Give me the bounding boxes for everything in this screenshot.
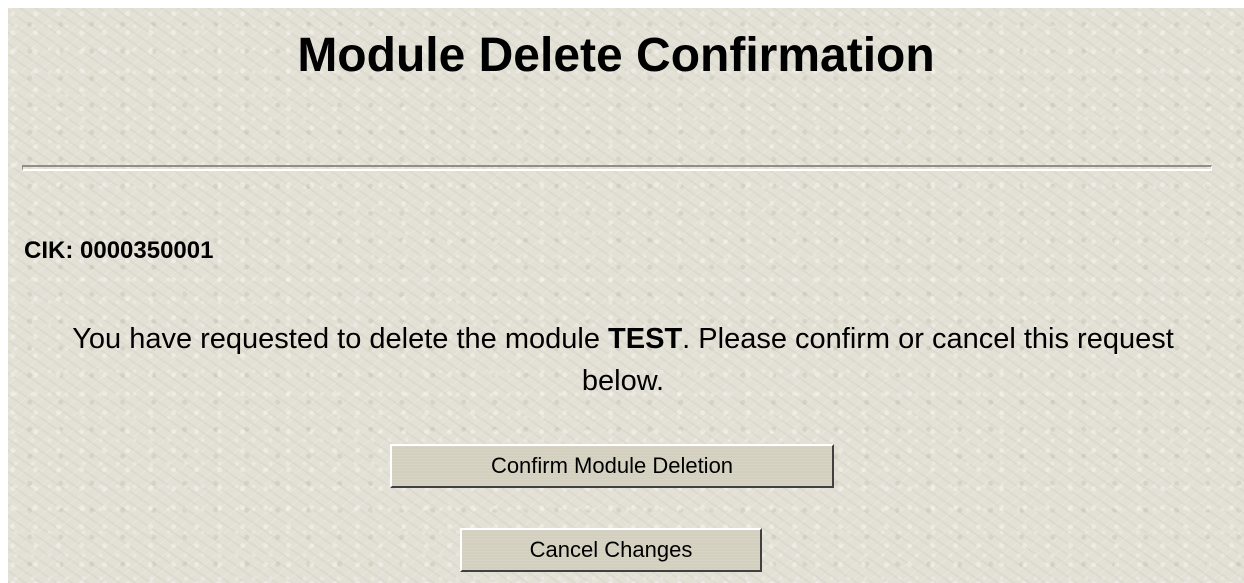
- confirm-module-deletion-button[interactable]: Confirm Module Deletion: [390, 444, 834, 488]
- horizontal-rule: [22, 165, 1212, 171]
- module-name: TEST: [608, 323, 683, 355]
- confirmation-message: You have requested to delete the module …: [48, 318, 1198, 402]
- cik-value: 0000350001: [80, 237, 214, 264]
- cancel-changes-button[interactable]: Cancel Changes: [460, 528, 762, 572]
- message-text-before: You have requested to delete the module: [72, 323, 609, 355]
- page-title: Module Delete Confirmation: [297, 29, 935, 82]
- cik-label: CIK:: [24, 237, 74, 264]
- confirmation-page: Module Delete Confirmation CIK: 00003500…: [8, 8, 1244, 583]
- cik-line: CIK: 0000350001: [24, 236, 213, 266]
